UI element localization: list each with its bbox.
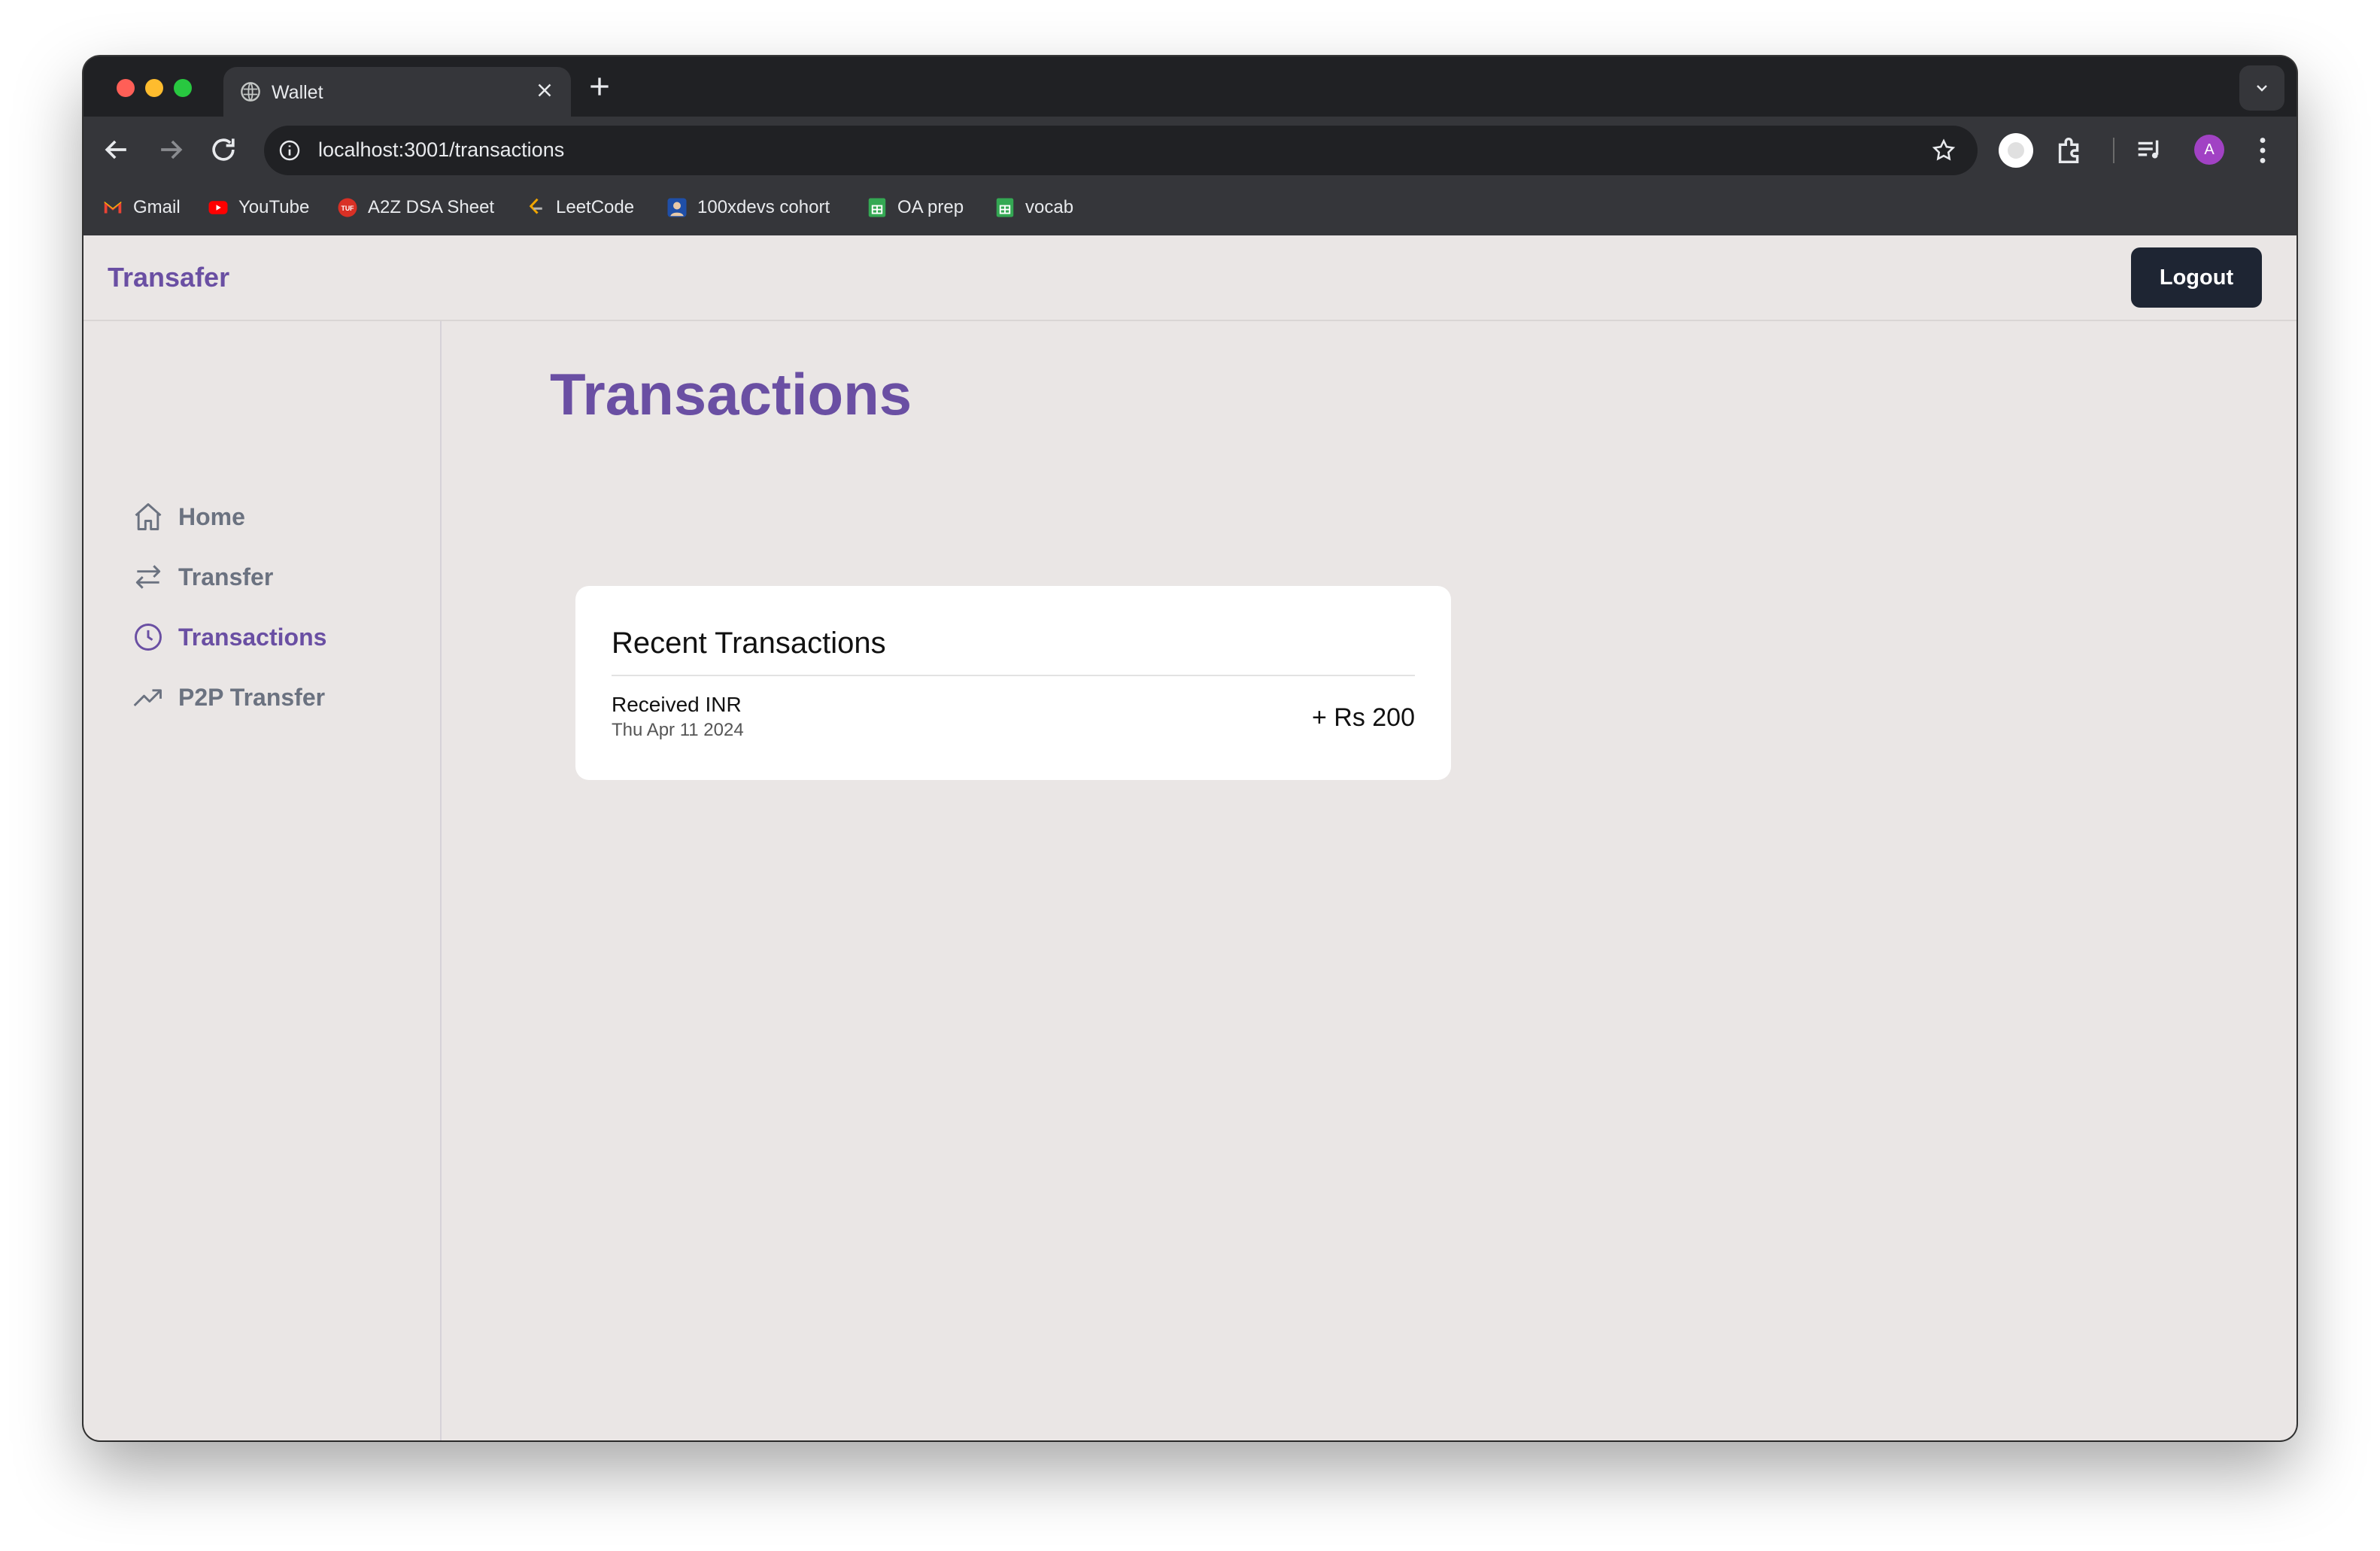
bookmark-oa-prep[interactable]: OA prep <box>866 196 964 219</box>
media-queue-icon[interactable] <box>2133 133 2167 168</box>
reload-icon[interactable] <box>207 133 240 166</box>
bookmarks-bar: Gmail YouTube TUF A2Z DSA Sheet LeetCode <box>83 183 2297 235</box>
tab-search-button[interactable] <box>2239 65 2284 111</box>
transfer-arrows-icon <box>135 565 161 589</box>
page-title: Transactions <box>550 361 912 427</box>
maximize-window-button[interactable] <box>174 79 192 97</box>
sheets-icon <box>996 198 1014 217</box>
transaction-amount: + Rs 200 <box>1311 703 1415 732</box>
close-icon[interactable] <box>533 79 556 102</box>
card-divider <box>612 675 1415 676</box>
url-text: localhost:3001/transactions <box>318 138 565 161</box>
sidebar-item-label: Home <box>178 502 245 530</box>
clock-icon <box>135 624 162 651</box>
profile-avatar[interactable]: A <box>2194 135 2224 165</box>
sidebar-item-transfer[interactable]: Transfer <box>132 560 273 593</box>
bookmark-label: A2Z DSA Sheet <box>368 197 495 217</box>
site-info-icon[interactable] <box>278 138 302 162</box>
gmail-icon <box>104 202 122 214</box>
bookmark-gmail[interactable]: Gmail <box>102 196 181 219</box>
sidebar-item-p2p-transfer[interactable]: P2P Transfer <box>132 681 325 714</box>
minimize-window-button[interactable] <box>145 79 163 97</box>
back-arrow-icon[interactable] <box>100 133 133 166</box>
leetcode-icon <box>529 198 542 214</box>
sidebar-item-home[interactable]: Home <box>132 500 245 533</box>
kebab-menu-icon[interactable] <box>2245 133 2280 168</box>
trending-up-icon <box>133 689 162 707</box>
sidebar-item-transactions[interactable]: Transactions <box>132 621 326 654</box>
transaction-date: Thu Apr 11 2024 <box>612 720 744 740</box>
chevron-down-icon <box>2257 85 2267 92</box>
tab-strip: Wallet <box>83 56 2297 117</box>
bookmark-vocab[interactable]: vocab <box>994 196 1073 219</box>
browser-window: Wallet localhost:3001/transactions A Gma… <box>83 56 2297 1440</box>
app-header: Transafer Logout <box>83 235 2297 321</box>
bookmark-label: OA prep <box>897 197 964 217</box>
recent-transactions-card: Recent Transactions Received INR Thu Apr… <box>575 586 1451 780</box>
extension-icon-circle[interactable] <box>1999 133 2033 168</box>
tab-title: Wallet <box>272 82 323 103</box>
sidebar-item-label: P2P Transfer <box>178 683 326 711</box>
close-window-button[interactable] <box>117 79 135 97</box>
plus-icon[interactable] <box>584 71 615 102</box>
browser-toolbar: localhost:3001/transactions A <box>83 117 2297 183</box>
bookmark-leetcode[interactable]: LeetCode <box>524 196 634 219</box>
card-title: Recent Transactions <box>612 627 886 660</box>
home-icon <box>135 503 162 530</box>
sheets-icon <box>868 198 886 217</box>
sidebar: Home Transfer Transactions P2P Transfer <box>83 321 442 1440</box>
tuf-icon: TUF <box>338 198 357 217</box>
sidebar-item-label: Transactions <box>178 623 327 651</box>
bookmark-a2z-dsa-sheet[interactable]: TUF A2Z DSA Sheet <box>336 196 494 219</box>
address-bar[interactable]: localhost:3001/transactions <box>264 126 1978 175</box>
bookmark-label: vocab <box>1025 197 1074 217</box>
bookmark-label: LeetCode <box>556 197 635 217</box>
forward-arrow-icon[interactable] <box>154 133 187 166</box>
svg-text:TUF: TUF <box>341 205 354 212</box>
bookmark-label: Gmail <box>133 197 181 217</box>
globe-icon <box>241 82 260 102</box>
page-viewport: Transafer Logout Home Transfer Transacti… <box>83 235 2297 1440</box>
bookmark-label: YouTube <box>238 197 310 217</box>
bookmark-100xdevs-cohort[interactable]: 100xdevs cohort <box>666 196 830 219</box>
puzzle-extensions-icon[interactable] <box>2053 133 2087 168</box>
logout-button[interactable]: Logout <box>2131 247 2262 308</box>
transaction-label: Received INR <box>612 693 742 716</box>
youtube-icon <box>208 201 228 214</box>
tab-wallet[interactable]: Wallet <box>223 67 571 117</box>
bookmark-youtube[interactable]: YouTube <box>207 196 309 219</box>
toolbar-divider <box>2113 138 2114 163</box>
brand-logo[interactable]: Transafer <box>108 262 229 293</box>
bookmark-star-icon[interactable] <box>1931 138 1957 163</box>
cohort-icon <box>667 198 687 217</box>
sidebar-item-label: Transfer <box>178 563 274 590</box>
main-content: Transactions Recent Transactions Receive… <box>443 321 2297 1440</box>
bookmark-label: 100xdevs cohort <box>697 197 830 217</box>
